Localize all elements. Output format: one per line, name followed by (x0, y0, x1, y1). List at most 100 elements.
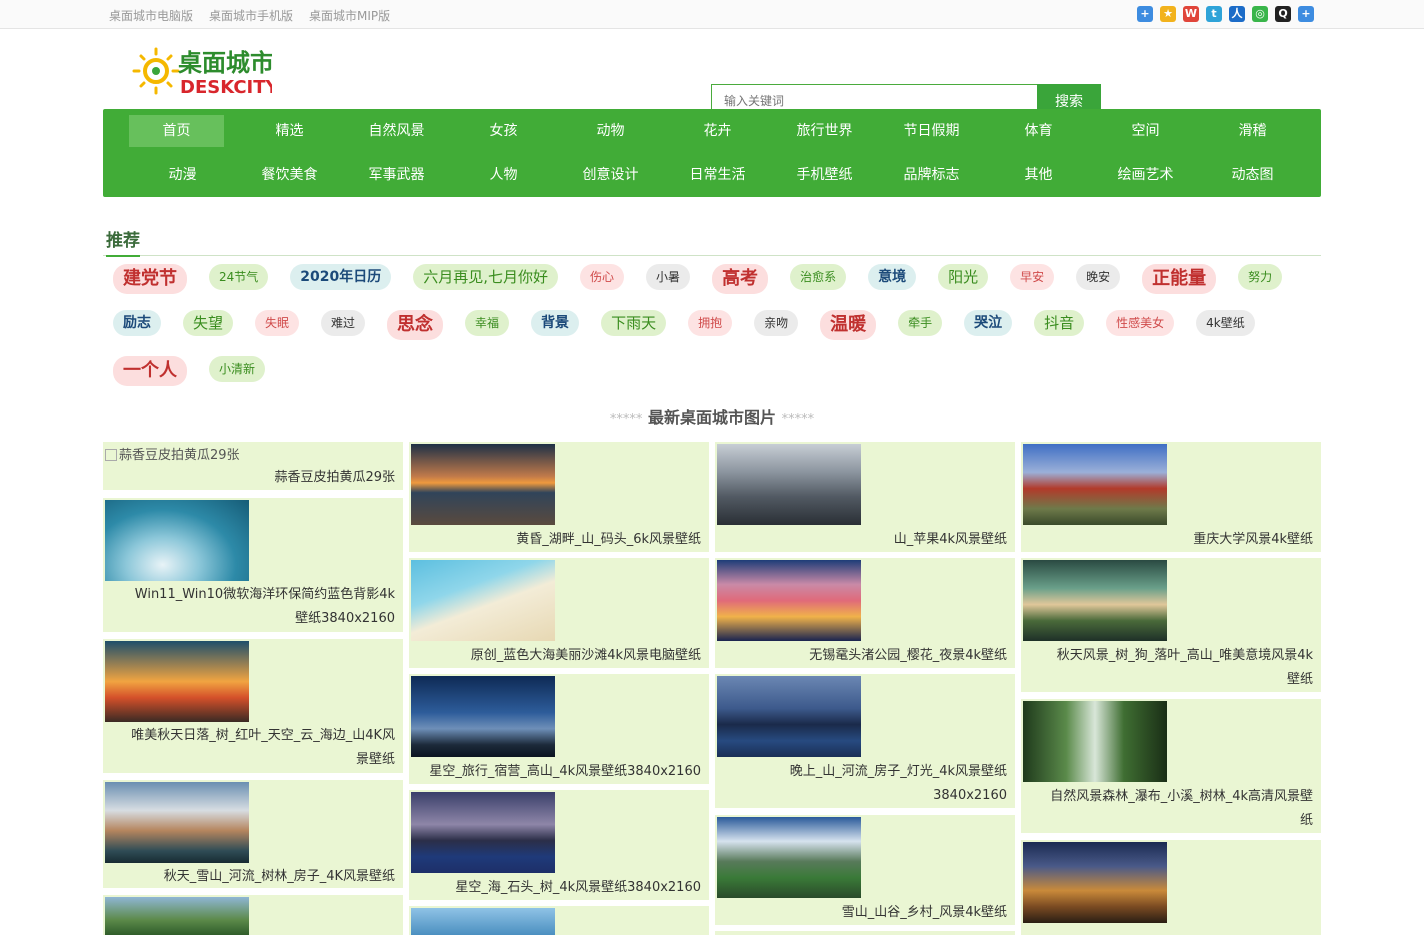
card-caption[interactable]: 雪山_山谷_乡村_风景4k壁纸 (842, 900, 1007, 925)
tag-item[interactable]: 失眠 (255, 310, 300, 336)
tag-item[interactable]: 2020年日历 (290, 264, 392, 290)
weibo-icon[interactable]: W (1183, 6, 1199, 22)
tag-item[interactable]: 意境 (868, 264, 917, 290)
card-caption[interactable]: 重庆大学风景4k壁纸 (1193, 527, 1313, 552)
tag-item[interactable]: 下雨天 (601, 310, 667, 336)
card-caption[interactable]: 秋天风景_树_狗_落叶_高山_唯美意境风景4k (1057, 643, 1313, 668)
nav-item-travel[interactable]: 旅行世界 (771, 115, 878, 147)
thumbnail[interactable] (1023, 842, 1167, 923)
nav-item-home[interactable]: 首页 (129, 115, 224, 147)
tag-item[interactable]: 小暑 (646, 264, 691, 290)
thumbnail[interactable] (717, 817, 861, 898)
tag-item[interactable]: 性感美女 (1106, 310, 1175, 336)
thumbnail[interactable] (411, 908, 555, 935)
card-caption[interactable]: 黄昏_湖畔_山_码头_6k风景壁纸 (516, 527, 701, 552)
broken-image-icon[interactable]: 蒜香豆皮拍黄瓜29张 (105, 444, 240, 463)
thumbnail[interactable] (1023, 444, 1167, 525)
nav-item-food[interactable]: 餐饮美食 (236, 159, 343, 191)
tag-item[interactable]: 拥抱 (688, 310, 733, 336)
thumbnail[interactable] (411, 560, 555, 641)
card-caption[interactable]: 星空_旅行_宿营_高山_4k风景壁纸3840x2160 (429, 759, 701, 784)
wallpaper-card[interactable]: 原创_蓝色大海美丽沙滩4k风景电脑壁纸 (409, 558, 709, 668)
more-share-icon[interactable]: + (1298, 6, 1314, 22)
nav-item-art[interactable]: 绘画艺术 (1092, 159, 1199, 191)
tag-item[interactable]: 早安 (1010, 264, 1055, 290)
thumbnail[interactable] (411, 676, 555, 757)
wallpaper-card[interactable] (103, 895, 403, 935)
wallpaper-card[interactable] (409, 906, 709, 935)
card-caption-line2[interactable]: 纸 (1300, 808, 1313, 833)
site-logo[interactable]: 桌面城市 DESKCITY (132, 43, 272, 99)
thumbnail[interactable] (105, 897, 249, 935)
wallpaper-card[interactable] (715, 931, 1015, 935)
wallpaper-card[interactable]: 秋天_雪山_河流_树林_房子_4K风景壁纸 (103, 780, 403, 888)
nav-item-animals[interactable]: 动物 (557, 115, 664, 147)
nav-item-funny[interactable]: 滑稽 (1199, 115, 1306, 147)
wallpaper-card[interactable]: 黄昏_湖畔_山_码头_6k风景壁纸 (409, 442, 709, 552)
card-caption-line2[interactable]: 3840x2160 (933, 783, 1007, 808)
nav-item-girls[interactable]: 女孩 (450, 115, 557, 147)
nav-item-daily[interactable]: 日常生活 (664, 159, 771, 191)
qq-icon[interactable]: Q (1275, 6, 1291, 22)
tag-item[interactable]: 六月再见,七月你好 (413, 264, 559, 290)
card-caption[interactable]: 秋天_雪山_河流_树林_房子_4K风景壁纸 (164, 864, 395, 889)
tag-item[interactable]: 24节气 (209, 264, 269, 290)
tag-item[interactable]: 牵手 (898, 310, 943, 336)
thumbnail[interactable] (717, 560, 861, 641)
tag-item[interactable]: 失望 (183, 310, 234, 336)
wallpaper-card[interactable]: 星空_海_石头_树_4k风景壁纸3840x2160 (409, 790, 709, 900)
tag-item[interactable]: 背景 (531, 310, 580, 336)
thumbnail[interactable] (105, 641, 249, 722)
qzone-icon[interactable]: ★ (1160, 6, 1176, 22)
thumbnail[interactable] (105, 782, 249, 863)
tag-item[interactable]: 4k壁纸 (1196, 310, 1255, 336)
nav-item-anime[interactable]: 动漫 (129, 159, 236, 191)
wallpaper-card[interactable]: 蒜香豆皮拍黄瓜29张 蒜香豆皮拍黄瓜29张 (103, 442, 403, 490)
tag-item[interactable]: 正能量 (1142, 264, 1217, 294)
card-caption-line2[interactable]: 壁纸 (1287, 667, 1313, 692)
top-link-pc[interactable]: 桌面城市电脑版 (109, 7, 193, 24)
card-caption[interactable]: 唯美秋天日落_树_红叶_天空_云_海边_山4K风 (131, 723, 395, 748)
wallpaper-card[interactable]: 晚上_山_河流_房子_灯光_4k风景壁纸 3840x2160 (715, 674, 1015, 808)
tag-item[interactable]: 一个人 (113, 356, 187, 386)
wallpaper-card[interactable]: 秋天风景_树_狗_落叶_高山_唯美意境风景4k 壁纸 (1021, 558, 1321, 692)
card-caption[interactable]: 无锡鼋头渚公园_樱花_夜景4k壁纸 (809, 643, 1007, 668)
tag-item[interactable]: 高考 (712, 264, 769, 294)
card-caption[interactable]: 晚上_山_河流_房子_灯光_4k风景壁纸 (790, 759, 1007, 784)
card-caption[interactable]: 山_苹果4k风景壁纸 (894, 527, 1007, 552)
tag-item[interactable]: 亲吻 (754, 310, 799, 336)
wallpaper-card[interactable]: 无锡鼋头渚公园_樱花_夜景4k壁纸 (715, 558, 1015, 668)
thumbnail[interactable] (105, 500, 249, 581)
tag-item[interactable]: 晚安 (1076, 264, 1121, 290)
nav-item-military[interactable]: 军事武器 (343, 159, 450, 191)
wallpaper-card[interactable]: Win11_Win10微软海洋环保简约蓝色背影4k 壁纸3840x2160 (103, 498, 403, 632)
nav-item-mobile[interactable]: 手机壁纸 (771, 159, 878, 191)
wallpaper-card[interactable]: 山_苹果4k风景壁纸 (715, 442, 1015, 552)
tag-item[interactable]: 伤心 (580, 264, 625, 290)
nav-item-sports[interactable]: 体育 (985, 115, 1092, 147)
thumbnail[interactable] (1023, 560, 1167, 641)
nav-item-brand[interactable]: 品牌标志 (878, 159, 985, 191)
wechat-icon[interactable]: ◎ (1252, 6, 1268, 22)
tag-item[interactable]: 抖音 (1034, 310, 1085, 336)
renren-icon[interactable]: 人 (1229, 6, 1245, 22)
top-link-mip[interactable]: 桌面城市MIP版 (309, 7, 390, 24)
wallpaper-card[interactable]: 星空_旅行_宿营_高山_4k风景壁纸3840x2160 (409, 674, 709, 784)
card-caption[interactable]: Win11_Win10微软海洋环保简约蓝色背影4k (135, 582, 395, 607)
card-caption-line2[interactable]: 景壁纸 (356, 747, 395, 772)
nav-item-holiday[interactable]: 节日假期 (878, 115, 985, 147)
card-caption-line2[interactable]: 壁纸3840x2160 (295, 606, 395, 631)
plus-share-icon[interactable]: + (1137, 6, 1153, 22)
nav-item-featured[interactable]: 精选 (236, 115, 343, 147)
nav-item-people[interactable]: 人物 (450, 159, 557, 191)
card-caption[interactable]: 原创_蓝色大海美丽沙滩4k风景电脑壁纸 (471, 643, 701, 668)
tag-item[interactable]: 治愈系 (790, 264, 847, 290)
nav-item-creative[interactable]: 创意设计 (557, 159, 664, 191)
tag-item[interactable]: 哭泣 (964, 310, 1013, 336)
nav-item-nature[interactable]: 自然风景 (343, 115, 450, 147)
tag-item[interactable]: 难过 (321, 310, 366, 336)
wallpaper-card[interactable]: 唯美秋天日落_树_红叶_天空_云_海边_山4K风 景壁纸 (103, 639, 403, 773)
nav-item-gif[interactable]: 动态图 (1199, 159, 1306, 191)
tag-item[interactable]: 幸福 (465, 310, 510, 336)
tag-item[interactable]: 励志 (113, 310, 161, 336)
